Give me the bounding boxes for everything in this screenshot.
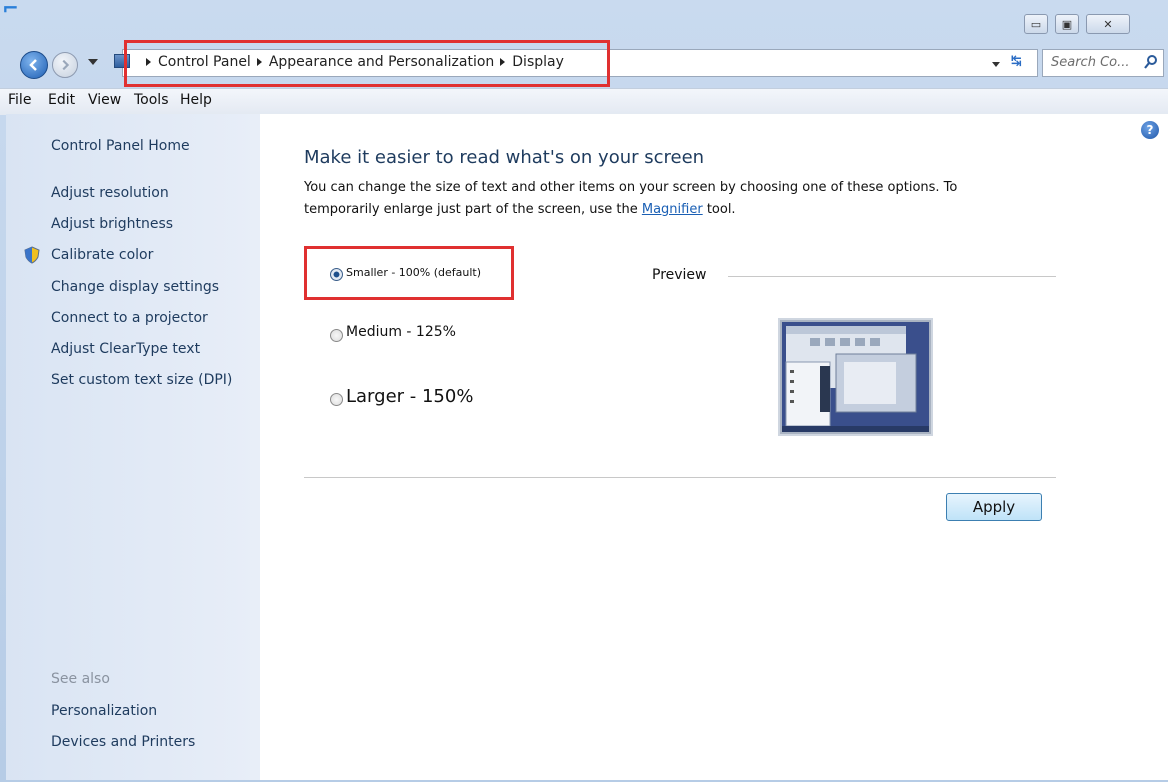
menu-edit[interactable]: Edit	[48, 92, 75, 108]
address-history-dropdown[interactable]	[992, 62, 1000, 67]
search-icon[interactable]	[1143, 54, 1159, 74]
sidebar-item-calibrate-color[interactable]: Calibrate color	[51, 247, 153, 263]
back-icon	[29, 59, 37, 71]
close-button[interactable]: ✕	[1086, 14, 1130, 34]
option-smaller-label[interactable]: Smaller - 100% (default)	[346, 266, 481, 279]
preview-divider	[728, 276, 1056, 277]
refresh-button[interactable]: ↹	[1011, 54, 1022, 69]
description-line-1: You can change the size of text and othe…	[304, 180, 958, 195]
radio-larger[interactable]	[330, 393, 343, 406]
description-line-2: temporarily enlarge just part of the scr…	[304, 202, 736, 217]
forward-icon	[62, 59, 70, 71]
sidebar-item-personalization[interactable]: Personalization	[51, 703, 157, 719]
see-also-heading: See also	[51, 671, 110, 687]
menu-help[interactable]: Help	[180, 92, 212, 108]
magnifier-link[interactable]: Magnifier	[642, 202, 703, 217]
menu-tools[interactable]: Tools	[134, 92, 169, 108]
forward-button[interactable]	[52, 52, 78, 78]
refresh-icon: ↹	[1011, 54, 1022, 69]
sidebar-item-adjust-resolution[interactable]: Adjust resolution	[51, 185, 169, 201]
maximize-icon: ▣	[1061, 17, 1073, 31]
option-larger-label[interactable]: Larger - 150%	[346, 386, 473, 407]
page-title: Make it easier to read what's on your sc…	[304, 147, 705, 168]
sidebar-item-adjust-brightness[interactable]: Adjust brightness	[51, 216, 173, 232]
sidebar-control-panel-home[interactable]: Control Panel Home	[51, 138, 190, 154]
sidebar	[6, 114, 260, 780]
radio-medium[interactable]	[330, 329, 343, 342]
description-text: temporarily enlarge just part of the scr…	[304, 202, 642, 217]
menu-view[interactable]: View	[88, 92, 121, 108]
back-button[interactable]	[20, 51, 48, 79]
sidebar-item-custom-text-size[interactable]: Set custom text size (DPI)	[51, 372, 232, 388]
sidebar-item-change-display-settings[interactable]: Change display settings	[51, 279, 219, 295]
sidebar-item-connect-projector[interactable]: Connect to a projector	[51, 310, 208, 326]
preview-label: Preview	[652, 267, 707, 283]
maximize-button[interactable]: ▣	[1055, 14, 1079, 34]
preview-image	[778, 318, 933, 436]
minimize-icon: ▭	[1030, 17, 1042, 31]
close-icon: ✕	[1103, 17, 1113, 31]
apply-label: Apply	[972, 498, 1016, 516]
sidebar-item-devices-printers[interactable]: Devices and Printers	[51, 734, 195, 750]
description-text-end: tool.	[702, 202, 736, 217]
shield-icon	[23, 246, 41, 268]
help-button[interactable]: ?	[1141, 121, 1159, 139]
breadcrumb-highlight-box	[124, 40, 610, 87]
search-placeholder: Search Co...	[1051, 55, 1130, 70]
sidebar-item-adjust-cleartype[interactable]: Adjust ClearType text	[51, 341, 200, 357]
corner-fragment: ⌐	[2, 0, 24, 20]
help-icon: ?	[1146, 123, 1154, 137]
content-divider	[304, 477, 1056, 478]
option-medium-label[interactable]: Medium - 125%	[346, 324, 456, 340]
menu-file[interactable]: File	[8, 92, 31, 108]
minimize-button[interactable]: ▭	[1024, 14, 1048, 34]
apply-button[interactable]: Apply	[946, 493, 1042, 521]
menu-bar	[0, 88, 1168, 115]
radio-smaller[interactable]	[330, 268, 343, 281]
recent-pages-dropdown[interactable]	[88, 59, 98, 65]
